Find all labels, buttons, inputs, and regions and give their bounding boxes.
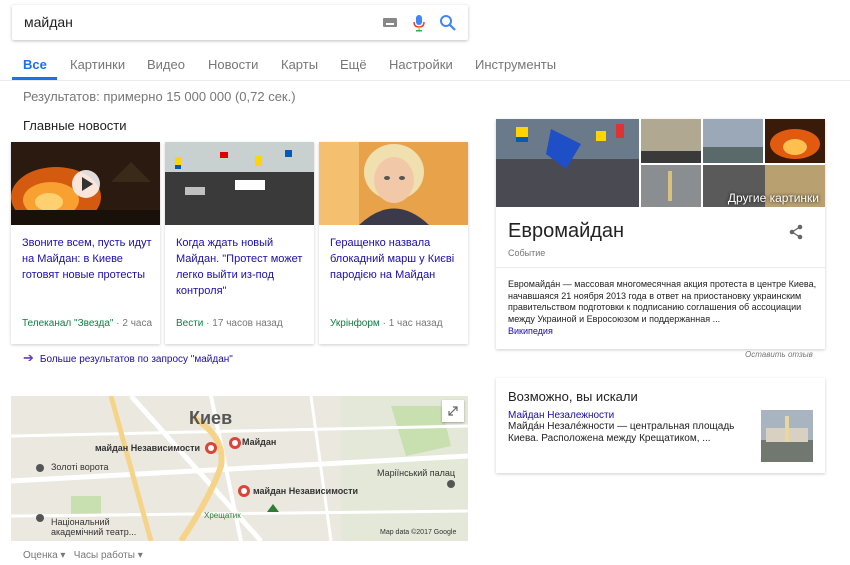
map-label: Національний академічний театр... bbox=[51, 517, 137, 537]
news-headline[interactable]: Звоните всем, пусть идут на Майдан: в Ки… bbox=[22, 235, 154, 283]
map-city-label: Киев bbox=[189, 408, 233, 428]
image-gallery[interactable]: Другие картинки bbox=[496, 119, 825, 207]
more-news-link[interactable]: ➔ Больше результатов по запросу "майдан" bbox=[23, 350, 233, 366]
search-tabs: Все Картинки Видео Новости Карты Ещё Нас… bbox=[0, 47, 850, 81]
news-thumbnail-crowd[interactable] bbox=[165, 142, 314, 225]
search-input[interactable]: майдан bbox=[24, 14, 73, 30]
news-headline[interactable]: Когда ждать новый Майдан. "Протест может… bbox=[176, 235, 308, 299]
tab-news[interactable]: Новости bbox=[208, 57, 258, 72]
news-section-title: Главные новости bbox=[23, 118, 127, 133]
tab-more[interactable]: Ещё bbox=[340, 57, 367, 72]
share-icon[interactable] bbox=[788, 224, 804, 240]
news-meta: Укрінформ · 1 час назад bbox=[330, 318, 470, 329]
news-card[interactable]: Когда ждать новый Майдан. "Протест может… bbox=[165, 142, 314, 344]
tab-tools[interactable]: Инструменты bbox=[475, 57, 556, 72]
tab-images[interactable]: Картинки bbox=[70, 57, 125, 72]
knowledge-panel: Другие картинки Евромайдан Событие Евром… bbox=[496, 119, 825, 349]
tab-settings[interactable]: Настройки bbox=[389, 57, 453, 72]
news-card[interactable]: Звоните всем, пусть идут на Майдан: в Ки… bbox=[11, 142, 160, 344]
map-label: Майдан bbox=[242, 437, 277, 447]
feedback-link[interactable]: Оставить отзыв bbox=[745, 350, 813, 359]
kp-description: Евромайда́н — массовая многомесячная акц… bbox=[508, 279, 817, 324]
results-count: Результатов: примерно 15 000 000 (0,72 с… bbox=[23, 89, 296, 104]
keyboard-icon[interactable] bbox=[383, 18, 397, 27]
news-time: · 1 час назад bbox=[379, 318, 443, 329]
hours-filter[interactable]: Часы работы ▾ bbox=[74, 550, 143, 561]
map-label: Маріїнський палац bbox=[377, 468, 456, 478]
news-thumbnail-fire[interactable] bbox=[11, 142, 160, 225]
map-attribution: Map data ©2017 Google bbox=[380, 529, 457, 536]
map-label: Золоті ворота bbox=[51, 462, 109, 472]
search-icon[interactable] bbox=[439, 14, 457, 32]
kp-title: Евромайдан bbox=[508, 220, 625, 242]
kp-subtitle: Событие bbox=[508, 248, 546, 258]
arrow-right-icon: ➔ bbox=[23, 350, 34, 365]
news-source: Телеканал "Звезда" bbox=[22, 318, 114, 329]
news-card[interactable]: Геращенко назвала блокадний марш у Києві… bbox=[319, 142, 468, 344]
map[interactable]: Киев майдан Независимости Майдан майдан … bbox=[11, 396, 468, 541]
play-icon[interactable] bbox=[71, 169, 101, 199]
did-you-mean-link[interactable]: Майдан Незалежности bbox=[508, 410, 614, 421]
news-time: · 2 часа bbox=[113, 318, 153, 329]
news-source: Укрінформ bbox=[330, 318, 380, 329]
did-you-mean-title: Возможно, вы искали bbox=[508, 389, 638, 404]
map-label: Хрещатик bbox=[204, 511, 241, 520]
more-images-label[interactable]: Другие картинки bbox=[728, 191, 819, 205]
microphone-icon[interactable] bbox=[411, 14, 427, 32]
tab-maps[interactable]: Карты bbox=[281, 57, 318, 72]
divider bbox=[496, 267, 825, 268]
news-source: Вести bbox=[176, 318, 204, 329]
wikipedia-link[interactable]: Википедия bbox=[508, 326, 553, 336]
search-box[interactable]: майдан bbox=[12, 5, 468, 40]
map-label: майдан Независимости bbox=[95, 443, 201, 453]
tab-all[interactable]: Все bbox=[23, 57, 47, 72]
did-you-mean-thumbnail[interactable] bbox=[761, 410, 813, 462]
map-filters: Оценка ▾ Часы работы ▾ bbox=[23, 550, 143, 561]
news-time: · 17 часов назад bbox=[203, 318, 283, 329]
did-you-mean-description: Майда́н Незале́жности — центральная площ… bbox=[508, 421, 735, 444]
expand-icon[interactable] bbox=[442, 400, 464, 422]
active-tab-indicator bbox=[12, 77, 57, 80]
news-thumbnail-portrait[interactable] bbox=[319, 142, 468, 225]
news-headline[interactable]: Геращенко назвала блокадний марш у Києві… bbox=[330, 235, 462, 283]
more-news-label: Больше результатов по запросу "майдан" bbox=[39, 354, 233, 365]
map-label: майдан Независимости bbox=[253, 486, 359, 496]
rating-filter[interactable]: Оценка ▾ bbox=[23, 550, 65, 561]
news-meta: Телеканал "Звезда" · 2 часа bbox=[22, 318, 162, 329]
did-you-mean-panel: Возможно, вы искали Майдан Незалежности … bbox=[496, 378, 825, 473]
news-meta: Вести · 17 часов назад bbox=[176, 318, 316, 329]
tab-video[interactable]: Видео bbox=[147, 57, 185, 72]
